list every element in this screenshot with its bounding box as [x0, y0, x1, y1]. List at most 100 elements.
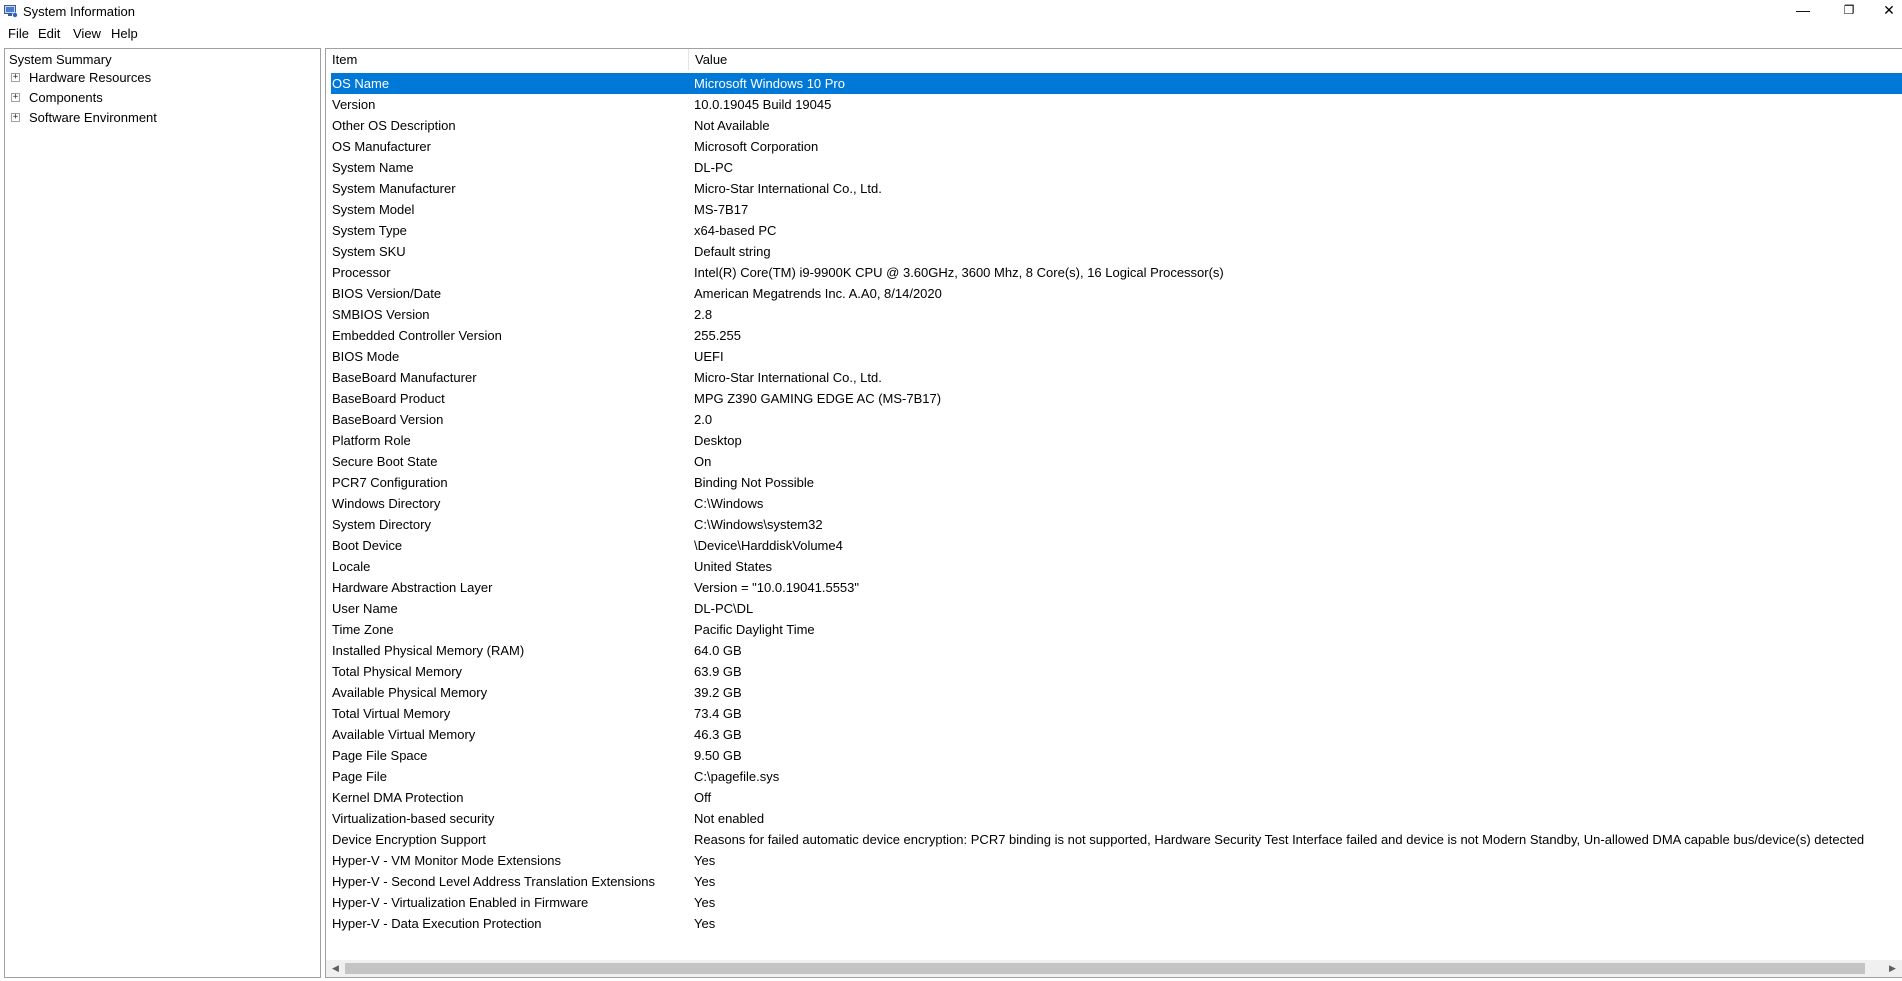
value-cell: Off [694, 790, 712, 805]
menu-help[interactable]: Help [111, 26, 138, 42]
item-cell: Virtualization-based security [332, 811, 495, 826]
table-row[interactable]: Total Physical Memory 63.9 GB [331, 661, 1902, 682]
value-cell: On [694, 454, 712, 469]
value-cell: Desktop [694, 433, 742, 448]
table-row[interactable]: BaseBoard Version 2.0 [331, 409, 1902, 430]
horizontal-scrollbar[interactable]: ◀ ▶ [326, 960, 1902, 977]
value-cell: Micro-Star International Co., Ltd. [694, 181, 882, 196]
value-cell: Microsoft Windows 10 Pro [694, 76, 845, 91]
tree-item-system-summary[interactable]: System Summary [9, 52, 112, 68]
value-cell: Yes [694, 916, 716, 931]
table-row[interactable]: System Name DL-PC [331, 157, 1902, 178]
item-cell: OS Manufacturer [332, 139, 431, 154]
item-cell: Hyper-V - Data Execution Protection [332, 916, 542, 931]
value-cell: Binding Not Possible [694, 475, 814, 490]
item-cell: System Manufacturer [332, 181, 456, 196]
value-cell: 10.0.19045 Build 19045 [694, 97, 832, 112]
table-row[interactable]: BIOS Version/Date American Megatrends Inc… [331, 283, 1902, 304]
table-row[interactable]: System Type x64-based PC [331, 220, 1902, 241]
scroll-right-arrow-icon[interactable]: ▶ [1885, 960, 1900, 977]
item-cell: BIOS Version/Date [332, 286, 442, 301]
scrollbar-thumb[interactable] [345, 963, 1865, 974]
table-row[interactable]: Virtualization-based security Not enabled [331, 808, 1902, 829]
table-row[interactable]: User Name DL-PC\DL [331, 598, 1902, 619]
table-row[interactable]: System SKU Default string [331, 241, 1902, 262]
value-cell: C:\Windows\system32 [694, 517, 823, 532]
value-cell: 39.2 GB [694, 685, 742, 700]
table-row[interactable]: Total Virtual Memory 73.4 GB [331, 703, 1902, 724]
column-header-value[interactable]: Value [689, 49, 1902, 70]
item-cell: Page File [332, 769, 387, 784]
table-row[interactable]: System Directory C:\Windows\system32 [331, 514, 1902, 535]
item-cell: Total Physical Memory [332, 664, 463, 679]
table-row[interactable]: SMBIOS Version 2.8 [331, 304, 1902, 325]
table-row[interactable]: Page File C:\pagefile.sys [331, 766, 1902, 787]
table-row[interactable]: Available Virtual Memory 46.3 GB [331, 724, 1902, 745]
value-cell: MS-7B17 [694, 202, 749, 217]
table-row[interactable]: Boot Device \Device\HarddiskVolume4 [331, 535, 1902, 556]
details-list[interactable]: Item Value OS Name Microsoft Windows 10 P… [325, 48, 1902, 978]
table-row[interactable]: Hyper-V - Virtualization Enabled in Firm… [331, 892, 1902, 913]
item-cell: Processor [332, 265, 391, 280]
close-button[interactable]: ✕ [1866, 0, 1902, 22]
item-cell: Secure Boot State [332, 454, 438, 469]
item-cell: OS Name [332, 76, 390, 91]
table-row[interactable]: BIOS Mode UEFI [331, 346, 1902, 367]
menu-bar: File Edit View Help [0, 24, 1902, 44]
item-cell: Locale [332, 559, 371, 574]
system-information-app-icon [4, 5, 18, 18]
menu-edit[interactable]: Edit [38, 26, 60, 42]
table-row[interactable]: Windows Directory C:\Windows [331, 493, 1902, 514]
table-row[interactable]: BaseBoard Manufacturer Micro-Star Interna… [331, 367, 1902, 388]
table-row[interactable]: Time Zone Pacific Daylight Time [331, 619, 1902, 640]
table-row[interactable]: Hyper-V - Data Execution Protection Yes [331, 913, 1902, 934]
category-tree[interactable]: System Summary + Hardware Resources + Co… [4, 48, 321, 978]
table-row[interactable]: Processor Intel(R) Core(TM) i9-9900K CPU … [331, 262, 1902, 283]
value-cell: Version = "10.0.19041.5553" [694, 580, 860, 595]
value-cell: DL-PC [694, 160, 734, 175]
table-row[interactable]: Platform Role Desktop [331, 430, 1902, 451]
value-cell: C:\Windows [694, 496, 764, 511]
item-cell: Time Zone [332, 622, 394, 637]
table-row[interactable]: Kernel DMA Protection Off [331, 787, 1902, 808]
table-row[interactable]: System Manufacturer Micro-Star Internatio… [331, 178, 1902, 199]
table-row[interactable]: Installed Physical Memory (RAM) 64.0 GB [331, 640, 1902, 661]
table-row[interactable]: Device Encryption Support Reasons for fai… [331, 829, 1902, 850]
value-cell: 9.50 GB [694, 748, 742, 763]
table-row[interactable]: Hyper-V - Second Level Address Translati… [331, 871, 1902, 892]
table-row[interactable]: Version 10.0.19045 Build 19045 [331, 94, 1902, 115]
expand-plus-icon[interactable]: + [11, 93, 20, 102]
table-row[interactable]: System Model MS-7B17 [331, 199, 1902, 220]
table-row[interactable]: Hardware Abstraction Layer Version = "10.… [331, 577, 1902, 598]
table-row[interactable]: Available Physical Memory 39.2 GB [331, 682, 1902, 703]
table-row[interactable]: OS Name Microsoft Windows 10 Pro [331, 73, 1902, 94]
table-row[interactable]: Page File Space 9.50 GB [331, 745, 1902, 766]
value-cell: Micro-Star International Co., Ltd. [694, 370, 882, 385]
scroll-left-arrow-icon[interactable]: ◀ [328, 960, 343, 977]
item-cell: Kernel DMA Protection [332, 790, 464, 805]
table-row[interactable]: Locale United States [331, 556, 1902, 577]
expand-plus-icon[interactable]: + [11, 73, 20, 82]
table-row[interactable]: BaseBoard Product MPG Z390 GAMING EDGE AC… [331, 388, 1902, 409]
table-row[interactable]: Hyper-V - VM Monitor Mode Extensions Yes [331, 850, 1902, 871]
item-cell: BaseBoard Product [332, 391, 445, 406]
column-header-item[interactable]: Item [326, 49, 689, 70]
item-cell: Hyper-V - VM Monitor Mode Extensions [332, 853, 562, 868]
menu-view[interactable]: View [73, 26, 101, 42]
minimize-button[interactable]: — [1780, 0, 1826, 22]
table-row[interactable]: Other OS Description Not Available [331, 115, 1902, 136]
item-cell: Total Virtual Memory [332, 706, 451, 721]
menu-file[interactable]: File [8, 26, 29, 42]
table-row[interactable]: OS Manufacturer Microsoft Corporation [331, 136, 1902, 157]
table-row[interactable]: Embedded Controller Version 255.255 [331, 325, 1902, 346]
tree-item-label: Software Environment [29, 110, 157, 125]
item-cell: Installed Physical Memory (RAM) [332, 643, 525, 658]
item-cell: Windows Directory [332, 496, 441, 511]
value-cell: Intel(R) Core(TM) i9-9900K CPU @ 3.60GHz… [694, 265, 1224, 280]
item-cell: System SKU [332, 244, 406, 259]
table-row[interactable]: Secure Boot State On [331, 451, 1902, 472]
item-cell: User Name [332, 601, 398, 616]
tree-item-label: Hardware Resources [29, 70, 152, 85]
expand-plus-icon[interactable]: + [11, 113, 20, 122]
table-row[interactable]: PCR7 Configuration Binding Not Possible [331, 472, 1902, 493]
